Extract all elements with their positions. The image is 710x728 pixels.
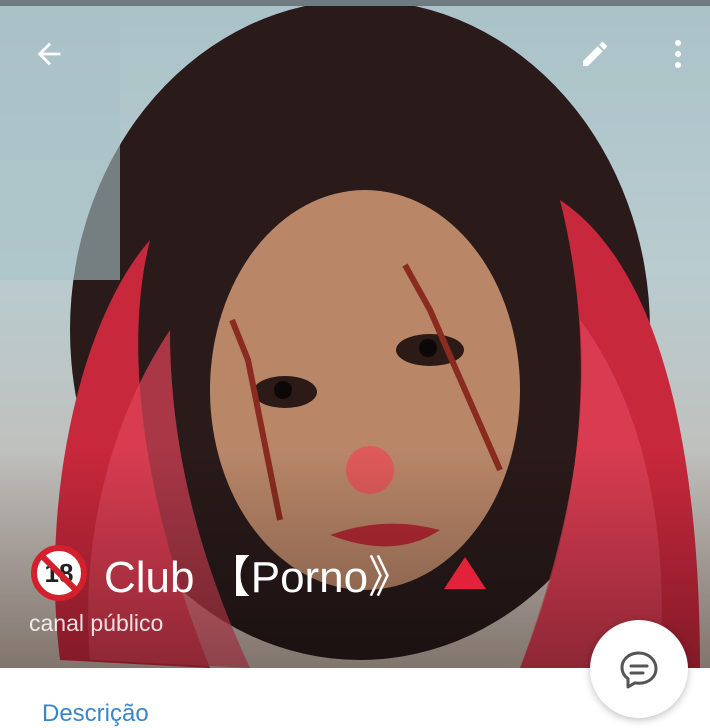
description-section-label: Descrição bbox=[42, 700, 149, 727]
channel-cover-image: 18 Club 【Porno》 canal público bbox=[0, 0, 710, 668]
message-icon bbox=[620, 651, 658, 689]
channel-type-label: canal público bbox=[29, 610, 164, 636]
more-vertical-icon bbox=[675, 40, 681, 68]
edit-button[interactable] bbox=[571, 30, 619, 78]
status-bar-strip bbox=[0, 0, 710, 6]
no-under-18-icon: 18 bbox=[31, 545, 87, 601]
more-options-button[interactable] bbox=[654, 30, 702, 78]
red-triangle-icon bbox=[444, 557, 487, 589]
channel-title-row: 18 Club 【Porno》 bbox=[30, 542, 488, 604]
pencil-icon bbox=[583, 41, 607, 66]
message-fab-button[interactable] bbox=[590, 620, 688, 718]
back-button[interactable] bbox=[25, 30, 73, 78]
channel-title: Club 【Porno》 bbox=[104, 553, 413, 602]
arrow-left-icon bbox=[37, 42, 61, 66]
